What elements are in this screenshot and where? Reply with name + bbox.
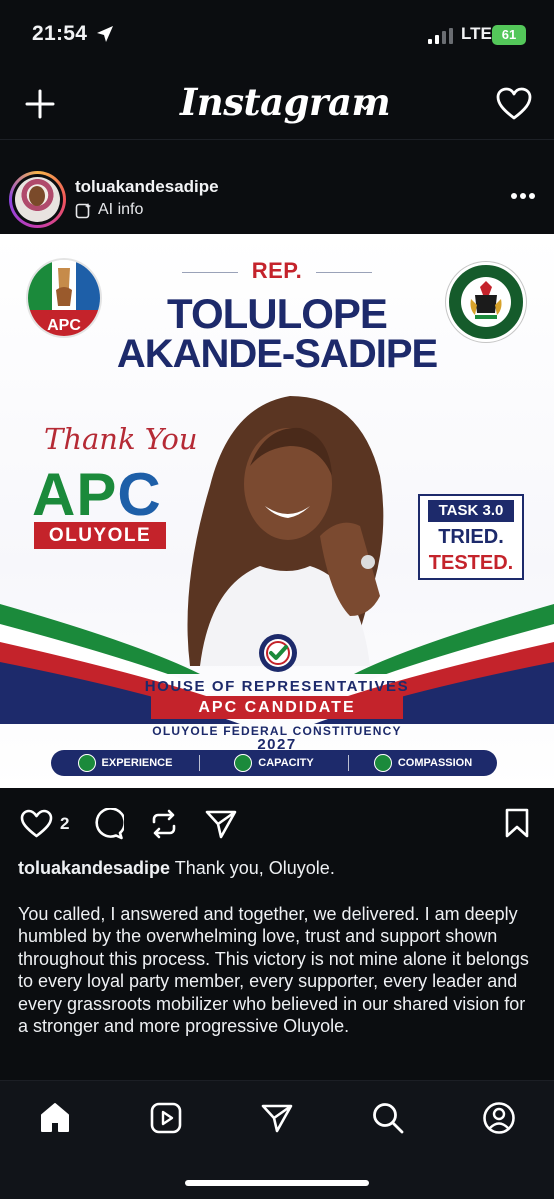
task-tagline-box: TASK 3.0 TRIED. TESTED.: [418, 494, 524, 580]
network-type: LTE: [461, 24, 492, 43]
check-badge-icon: [259, 634, 297, 672]
caption-body: You called, I answered and together, we …: [18, 903, 529, 1037]
post-username[interactable]: toluakandesadipe: [75, 177, 219, 197]
post-image[interactable]: APC REP. TOLULOPE AKANDE-SADIPE Thank Yo…: [0, 234, 554, 788]
post-header: toluakandesadipe AI info: [0, 160, 554, 232]
oluyole-badge: OLUYOLE: [34, 522, 166, 549]
save-bookmark-icon[interactable]: [504, 807, 530, 839]
pill-capacity: CAPACITY: [200, 754, 348, 772]
plus-icon[interactable]: [24, 88, 56, 120]
avatar[interactable]: [15, 177, 60, 222]
pill-label: COMPASSION: [397, 757, 473, 769]
rep-title: REP.: [0, 258, 554, 284]
pill-label: EXPERIENCE: [101, 757, 173, 769]
status-bar: 21:54 LTE 61: [0, 0, 554, 68]
house-label: HOUSE OF REPRESENTATIVES: [144, 678, 410, 695]
apc-letter-c: C: [117, 461, 162, 528]
story-ring[interactable]: [9, 171, 66, 228]
status-time: 21:54: [32, 22, 88, 45]
chevron-down-icon[interactable]: [357, 98, 373, 114]
caption-username[interactable]: toluakandesadipe: [18, 858, 170, 878]
cellular-signal-icon: [428, 28, 453, 44]
candidate-label: APC CANDIDATE: [151, 696, 403, 719]
send-icon[interactable]: [260, 1101, 294, 1135]
pill-compassion: COMPASSION: [349, 754, 497, 772]
candidate-first-name: TOLULOPE: [167, 290, 388, 337]
pill-experience: EXPERIENCE: [51, 754, 199, 772]
chart-icon: [234, 754, 253, 772]
heart-icon: [373, 754, 392, 772]
apc-letter-a: A: [32, 461, 77, 528]
ai-info-icon: [75, 202, 91, 218]
apc-letter-p: P: [76, 461, 118, 528]
task-tried: TRIED.: [438, 526, 504, 548]
home-icon[interactable]: [38, 1101, 72, 1135]
task-tested: TESTED.: [428, 552, 514, 574]
more-options-icon[interactable]: [510, 192, 536, 200]
pill-divider: [199, 755, 200, 771]
like-heart-icon[interactable]: [20, 809, 53, 839]
search-icon[interactable]: [371, 1101, 405, 1135]
app-header: Instagram: [0, 68, 554, 140]
post-caption: toluakandesadipe Thank you, Oluyole. You…: [18, 857, 538, 1038]
share-send-icon[interactable]: [204, 808, 238, 840]
apc-wordmark: APC: [32, 460, 162, 529]
person-icon: [77, 754, 96, 772]
repost-icon[interactable]: [148, 808, 180, 840]
home-indicator[interactable]: [185, 1180, 369, 1186]
pill-divider: [348, 755, 349, 771]
heart-icon[interactable]: [496, 87, 532, 121]
ai-info-link[interactable]: AI info: [75, 201, 143, 219]
caption-first-line: Thank you, Oluyole.: [174, 858, 335, 878]
post-actions: 2: [0, 800, 554, 846]
reels-icon[interactable]: [149, 1101, 183, 1135]
like-count[interactable]: 2: [60, 814, 69, 834]
ai-info-label: AI info: [98, 201, 144, 218]
values-bar: EXPERIENCE CAPACITY COMPASSION: [51, 750, 497, 776]
pill-label: CAPACITY: [258, 757, 314, 769]
location-arrow-icon: [97, 26, 113, 42]
profile-icon[interactable]: [482, 1101, 516, 1135]
comment-icon[interactable]: [92, 808, 124, 840]
task-tag: TASK 3.0: [428, 500, 514, 522]
battery-indicator: 61: [492, 25, 526, 45]
